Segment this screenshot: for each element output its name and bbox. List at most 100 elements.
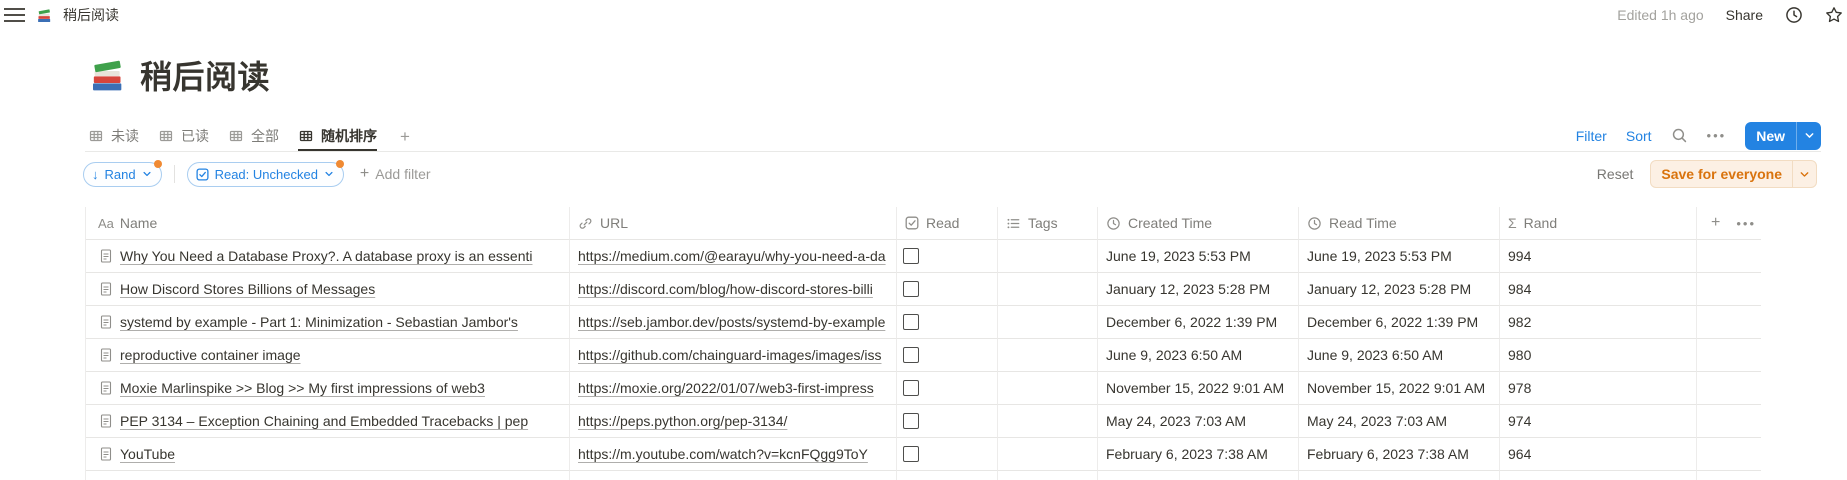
table-row: PEP 3134 – Exception Chaining and Embedd… <box>86 405 1761 438</box>
name-cell[interactable]: How Discord Stores Billions of Messages <box>86 273 570 306</box>
read-checkbox[interactable] <box>903 248 919 264</box>
add-filter-button[interactable]: + Add filter <box>356 165 431 183</box>
breadcrumb-page-title[interactable]: 稍后阅读 <box>63 5 119 25</box>
column-header-read[interactable]: Read <box>897 207 998 240</box>
reset-button[interactable]: Reset <box>1597 166 1634 182</box>
rand-cell[interactable]: 982 <box>1500 306 1697 339</box>
name-cell[interactable]: systemd by example - Part 1: Minimizatio… <box>86 306 570 339</box>
share-button[interactable]: Share <box>1726 7 1763 23</box>
column-header-rand[interactable]: Σ Rand <box>1500 207 1697 240</box>
sidebar-menu-icon[interactable] <box>2 3 26 27</box>
read-time-cell[interactable]: May 24, 2023 7:03 AM <box>1299 405 1500 438</box>
tab-all[interactable]: 全部 <box>228 122 279 151</box>
books-emoji-icon[interactable] <box>88 55 128 95</box>
url-cell[interactable]: https://github.com/chainguard-images/ima… <box>570 339 897 372</box>
views-bar: 未读 已读 全部 随机排序 + Filter Sort ••• New <box>85 122 1821 152</box>
table-header-actions: + ••• <box>1697 207 1761 240</box>
created-time-cell[interactable]: December 6, 2022 1:39 PM <box>1098 306 1299 339</box>
unsaved-changes-dot <box>154 160 162 168</box>
url-cell[interactable]: https://discord.com/blog/how-discord-sto… <box>570 273 897 306</box>
name-cell <box>86 471 570 480</box>
name-cell[interactable]: PEP 3134 – Exception Chaining and Embedd… <box>86 405 570 438</box>
rand-cell[interactable]: 978 <box>1500 372 1697 405</box>
filter-button[interactable]: Filter <box>1576 128 1607 144</box>
column-header-url[interactable]: URL <box>570 207 897 240</box>
url-cell <box>570 471 897 480</box>
column-header-tags[interactable]: Tags <box>998 207 1098 240</box>
rand-cell[interactable]: 980 <box>1500 339 1697 372</box>
rand-cell[interactable]: 964 <box>1500 438 1697 471</box>
new-button[interactable]: New <box>1745 122 1821 150</box>
column-header-created-time[interactable]: Created Time <box>1098 207 1299 240</box>
save-for-everyone-button[interactable]: Save for everyone <box>1650 160 1817 188</box>
page-title[interactable]: 稍后阅读 <box>140 52 270 98</box>
save-button-label[interactable]: Save for everyone <box>1651 161 1792 187</box>
view-options-icon[interactable]: ••• <box>1707 128 1727 143</box>
checkbox-checked-icon <box>196 168 209 181</box>
created-time-cell[interactable]: January 12, 2023 5:28 PM <box>1098 273 1299 306</box>
rand-cell[interactable]: 994 <box>1500 240 1697 273</box>
read-time-cell[interactable]: December 6, 2022 1:39 PM <box>1299 306 1500 339</box>
url-cell[interactable]: https://peps.python.org/pep-3134/ <box>570 405 897 438</box>
created-time-cell[interactable]: June 9, 2023 6:50 AM <box>1098 339 1299 372</box>
created-time-cell[interactable]: February 6, 2023 7:38 AM <box>1098 438 1299 471</box>
new-button-label[interactable]: New <box>1745 122 1796 150</box>
new-dropdown-chevron-icon[interactable] <box>1796 122 1821 150</box>
tab-random-order[interactable]: 随机排序 <box>298 122 377 151</box>
tags-cell[interactable] <box>998 405 1098 438</box>
read-cell <box>897 273 998 306</box>
name-cell[interactable]: reproductive container image <box>86 339 570 372</box>
updates-clock-icon[interactable] <box>1785 6 1803 24</box>
favorite-star-icon[interactable] <box>1825 6 1843 24</box>
tab-read[interactable]: 已读 <box>158 122 209 151</box>
url-cell[interactable]: https://medium.com/@earayu/why-you-need-… <box>570 240 897 273</box>
created-time-cell[interactable]: November 15, 2022 9:01 AM <box>1098 372 1299 405</box>
tags-cell[interactable] <box>998 306 1098 339</box>
sort-chip-rand[interactable]: ↓ Rand <box>83 162 162 187</box>
chip-divider <box>174 165 175 183</box>
sort-button[interactable]: Sort <box>1626 128 1652 144</box>
name-cell[interactable]: YouTube <box>86 438 570 471</box>
name-cell[interactable]: Moxie Marlinspike >> Blog >> My first im… <box>86 372 570 405</box>
url-cell[interactable]: https://m.youtube.com/watch?v=kcnFQgg9To… <box>570 438 897 471</box>
table-options-icon[interactable]: ••• <box>1736 216 1756 231</box>
read-time-cell[interactable]: February 6, 2023 7:38 AM <box>1299 438 1500 471</box>
tab-unread[interactable]: 未读 <box>88 122 139 151</box>
tags-cell[interactable] <box>998 438 1098 471</box>
created-time-cell[interactable]: June 19, 2023 5:53 PM <box>1098 240 1299 273</box>
read-time-cell[interactable]: June 19, 2023 5:53 PM <box>1299 240 1500 273</box>
read-cell <box>897 438 998 471</box>
read-checkbox[interactable] <box>903 314 919 330</box>
url-cell[interactable]: https://moxie.org/2022/01/07/web3-first-… <box>570 372 897 405</box>
rand-cell[interactable]: 974 <box>1500 405 1697 438</box>
save-dropdown-chevron-icon[interactable] <box>1792 161 1816 187</box>
tags-cell[interactable] <box>998 240 1098 273</box>
rand-cell[interactable]: 984 <box>1500 273 1697 306</box>
read-checkbox[interactable] <box>903 347 919 363</box>
read-time-cell[interactable]: June 9, 2023 6:50 AM <box>1299 339 1500 372</box>
read-checkbox[interactable] <box>903 380 919 396</box>
column-header-read-time[interactable]: Read Time <box>1299 207 1500 240</box>
search-icon[interactable] <box>1671 127 1688 144</box>
url-cell[interactable]: https://seb.jambor.dev/posts/systemd-by-… <box>570 306 897 339</box>
tags-cell[interactable] <box>998 372 1098 405</box>
column-label: Rand <box>1524 215 1557 231</box>
read-checkbox[interactable] <box>903 281 919 297</box>
read-time-cell <box>1299 471 1500 480</box>
read-time-cell[interactable]: November 15, 2022 9:01 AM <box>1299 372 1500 405</box>
read-checkbox[interactable] <box>903 446 919 462</box>
table-header-row: Aa Name URL Read Tags Created Time Read … <box>86 207 1761 240</box>
read-time-cell[interactable]: January 12, 2023 5:28 PM <box>1299 273 1500 306</box>
name-cell[interactable]: Why You Need a Database Proxy?. A databa… <box>86 240 570 273</box>
read-checkbox[interactable] <box>903 413 919 429</box>
add-column-icon[interactable]: + <box>1711 214 1720 232</box>
tags-cell[interactable] <box>998 273 1098 306</box>
clock-icon <box>1307 216 1322 231</box>
created-time-cell[interactable]: May 24, 2023 7:03 AM <box>1098 405 1299 438</box>
tags-cell[interactable] <box>998 339 1098 372</box>
page-icon <box>98 314 114 330</box>
filter-chip-read-unchecked[interactable]: Read: Unchecked <box>187 162 344 187</box>
add-view-button[interactable]: + <box>396 122 414 151</box>
page-header: 稍后阅读 <box>88 52 270 98</box>
column-header-name[interactable]: Aa Name <box>86 207 570 240</box>
